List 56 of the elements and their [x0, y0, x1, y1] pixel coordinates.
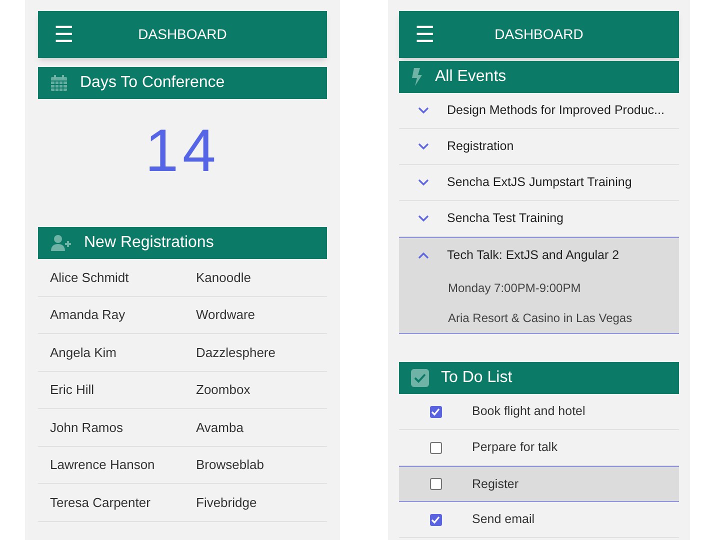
company-cell-text: Kanoodle [196, 268, 251, 286]
checkbox[interactable] [430, 514, 442, 526]
checkbox-icon [411, 369, 429, 387]
name-cell-text: Alice Schmidt [50, 268, 130, 286]
name-cell-text: Amanda Ray [50, 306, 126, 324]
check-icon [431, 408, 440, 416]
event-detail: Monday 7:00PM-9:00PM [448, 280, 581, 297]
todo-label: Register [472, 476, 519, 493]
section-title: Days To Conference [80, 73, 225, 93]
todo-label: Send email [472, 511, 535, 528]
add-user-icon [50, 234, 72, 252]
name-cell-text: Angela Kim [50, 344, 118, 362]
menu-button[interactable]: ☰ [54, 24, 74, 46]
section-title: To Do List [441, 368, 512, 388]
company-cell-text: Browseblab [196, 456, 264, 474]
event-detail: Aria Resort & Casino in Las Vegas [448, 310, 632, 327]
chevron-up-icon [418, 252, 428, 259]
chevron-down-icon [418, 215, 428, 222]
days-count: 14 [145, 121, 220, 181]
company-cell-text: Wordware [196, 306, 256, 324]
event-title: Tech Talk: ExtJS and Angular 2 [447, 247, 620, 264]
toolbar-title: DASHBOARD [494, 25, 584, 44]
company-cell-text: Avamba [196, 418, 244, 436]
todo-item[interactable]: Book flight and hotel [399, 394, 679, 430]
lightning-icon [411, 68, 423, 86]
name-cell-text: John Ramos [50, 418, 124, 436]
company-cell-text: Fivebridge [196, 494, 257, 512]
event-title: Registration [447, 138, 514, 156]
todo-item[interactable]: Register [399, 466, 679, 502]
section-title: All Events [435, 67, 506, 87]
check-icon [431, 516, 440, 524]
checkbox[interactable] [430, 442, 442, 454]
checkbox[interactable] [430, 478, 442, 490]
event-item[interactable]: Design Methods for Improved Produc... [399, 93, 679, 129]
name-cell-text: Lawrence Hanson [50, 456, 156, 474]
chevron-down-icon [418, 179, 428, 186]
name-cell-text: Eric Hill [50, 381, 96, 399]
todo-item[interactable]: Send email [399, 502, 679, 538]
company-cell-text: Zoombox [196, 381, 250, 399]
menu-button[interactable]: ☰ [415, 24, 435, 46]
chevron-down-icon [418, 107, 428, 114]
checkbox[interactable] [430, 406, 442, 418]
event-item[interactable]: Sencha ExtJS Jumpstart Training [399, 165, 679, 201]
calendar-icon [50, 74, 68, 92]
todo-label: Book flight and hotel [472, 403, 586, 420]
event-item[interactable]: Tech Talk: ExtJS and Angular 2 Monday 7:00PM-9:00PM Aria Resort & Casino in Las Vegas [399, 237, 679, 334]
name-cell-text: Teresa Carpenter [50, 494, 152, 512]
event-item[interactable]: Registration [399, 129, 679, 165]
company-cell-text: Dazzlesphere [196, 344, 276, 362]
section-title: New Registrations [84, 233, 214, 253]
event-title: Sencha Test Training [447, 210, 564, 228]
toolbar-title: DASHBOARD [138, 25, 227, 44]
todo-label: Perpare for talk [472, 439, 558, 456]
event-title: Design Methods for Improved Produc... [447, 102, 664, 120]
event-title: Sencha ExtJS Jumpstart Training [447, 174, 632, 192]
chevron-down-icon [418, 143, 428, 150]
